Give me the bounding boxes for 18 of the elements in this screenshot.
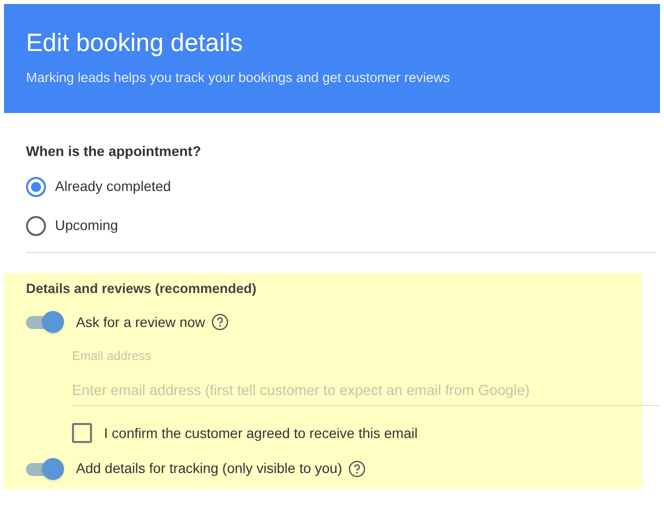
toggle-switch[interactable]	[26, 311, 64, 333]
radio-label: Upcoming	[55, 216, 118, 235]
question-label: When is the appointment?	[26, 142, 202, 161]
radio-label: Already completed	[55, 177, 171, 196]
help-icon[interactable]	[348, 460, 366, 478]
checkbox[interactable]	[72, 423, 92, 444]
email-input[interactable]: Enter email address (first tell customer to expect an email from Google)	[72, 378, 660, 406]
toggle-switch[interactable]	[26, 458, 64, 480]
dialog-title: Edit booking details	[26, 28, 244, 58]
toggle-label: Add details for tracking (only visible to you)	[76, 459, 342, 478]
help-icon[interactable]	[211, 313, 230, 331]
section-heading: Details and reviews (recommended)	[26, 280, 258, 298]
field-label: Email address	[72, 348, 152, 365]
checkbox-label: I confirm the customer agreed to receive this email	[104, 424, 418, 443]
toggle-label: Ask for a review now	[76, 312, 206, 332]
radio-button[interactable]	[26, 216, 46, 236]
dialog-subtitle: Marking leads helps you track your bookings and get customer reviews	[26, 69, 451, 87]
radio-button[interactable]	[26, 176, 46, 196]
